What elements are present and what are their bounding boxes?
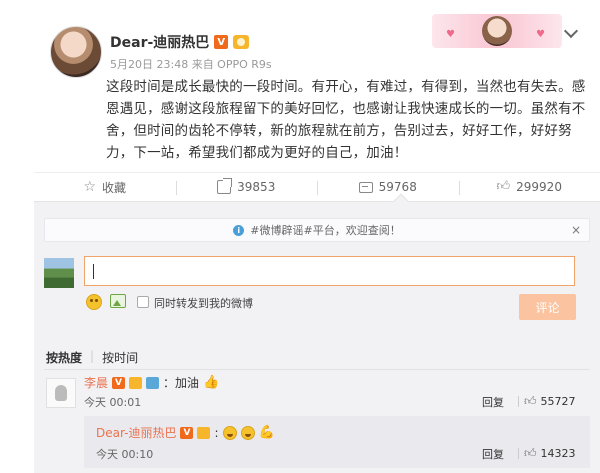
author-name[interactable]: Dear-迪丽热巴 xyxy=(110,32,209,52)
text-cursor xyxy=(93,264,94,279)
sort-by-time-tab[interactable]: 按时间 xyxy=(102,349,138,366)
comment-button[interactable]: 59768 xyxy=(317,173,459,201)
star-icon: ☆ xyxy=(83,179,97,195)
rumor-notice-bar[interactable]: i #微博辟谣#平台，欢迎查阅！ × xyxy=(44,218,590,242)
submit-comment-button[interactable]: 评论 xyxy=(519,294,576,320)
comment-like-button[interactable]: 👍︎ 55727 xyxy=(518,394,576,409)
reply-colon: : xyxy=(214,425,219,440)
commenter-avatar[interactable] xyxy=(46,378,76,408)
fan-badge-icon xyxy=(146,376,160,389)
commenter-name[interactable]: 李晨 xyxy=(84,374,108,391)
reply-like-count: 14323 xyxy=(540,447,576,460)
banner-portrait xyxy=(482,16,512,46)
reply-time: 今天 00:10 xyxy=(96,448,154,461)
reply-like-button[interactable]: 👍︎ 14323 xyxy=(518,446,576,461)
heart-icon: ♥ xyxy=(446,29,455,40)
comment-sort: 按热度 | 按时间 xyxy=(46,349,138,366)
thumbs-up-icon: 👍︎ xyxy=(524,446,537,460)
reply-button[interactable]: 回复 xyxy=(482,394,504,410)
comment-text: ：加油 xyxy=(163,376,200,390)
sort-divider: | xyxy=(90,349,95,363)
author-row: Dear-迪丽热巴 V xyxy=(110,32,250,52)
member-crown-icon xyxy=(233,35,250,49)
verified-badge-icon: V xyxy=(112,376,126,389)
weibo-post: Dear-迪丽热巴 V 5月20日 23:48 来自 OPPO R9s ♥ ♥ … xyxy=(34,0,600,172)
member-crown-icon xyxy=(197,426,211,439)
verified-badge-icon: V xyxy=(214,35,229,49)
sort-by-hot-tab[interactable]: 按热度 xyxy=(46,349,82,366)
chevron-down-icon[interactable] xyxy=(563,23,579,39)
reply-button[interactable]: 回复 xyxy=(482,446,504,462)
like-button[interactable]: 👍︎ 299920 xyxy=(458,173,600,201)
verified-badge-icon: V xyxy=(180,426,194,439)
current-user-avatar xyxy=(44,258,74,288)
nested-reply: Dear-迪丽热巴 V : 💪 今天 00:10 回复 👍︎ 14323 xyxy=(84,416,590,468)
grin-emoji-icon xyxy=(222,425,237,440)
member-crown-icon xyxy=(129,376,143,389)
post-meta: 5月20日 23:48 来自 OPPO R9s xyxy=(110,58,272,71)
emoji-icon[interactable] xyxy=(86,294,102,310)
image-icon[interactable] xyxy=(110,294,126,308)
divider xyxy=(44,369,590,370)
comment-icon xyxy=(358,181,373,193)
like-count: 299920 xyxy=(516,180,562,194)
comment-time: 今天 00:01 xyxy=(84,396,142,409)
fan-card-banner[interactable]: ♥ ♥ xyxy=(432,14,562,48)
comment-like-count: 55727 xyxy=(540,395,576,408)
author-avatar[interactable] xyxy=(50,26,102,78)
flex-arm-emoji-icon: 💪 xyxy=(258,425,275,440)
reply-author-name[interactable]: Dear-迪丽热巴 xyxy=(96,424,176,441)
post-content: 这段时间是成长最快的一段时间。有开心，有难过，有得到，当然也有失去。感恩遇见，感… xyxy=(106,79,586,161)
favorite-label: 收藏 xyxy=(102,180,127,195)
thumbs-up-emoji-icon: 👍 xyxy=(203,375,220,390)
repost-icon xyxy=(217,178,233,194)
repost-count: 39853 xyxy=(237,180,276,194)
thumbs-up-icon: 👍︎ xyxy=(524,394,537,408)
heart-icon: ♥ xyxy=(536,29,545,40)
favorite-button[interactable]: ☆ 收藏 xyxy=(34,173,176,201)
close-icon[interactable]: × xyxy=(571,223,581,237)
repost-checkbox-label[interactable]: 同时转发到我的微博 xyxy=(154,295,253,311)
comment-input[interactable] xyxy=(84,256,575,286)
post-action-bar: ☆ 收藏 39853 59768 👍︎ 299920 xyxy=(34,172,600,211)
comment-line: 李晨 V ：加油 👍 xyxy=(84,374,219,391)
thumbs-up-icon: 👍︎ xyxy=(496,179,511,194)
smile-emoji-icon xyxy=(240,425,255,440)
reply-line: Dear-迪丽热巴 V : 💪 xyxy=(96,424,275,441)
info-icon: i xyxy=(233,224,245,236)
comment-section: i #微博辟谣#平台，欢迎查阅！ × 同时转发到我的微博 评论 按热度 | 按时… xyxy=(34,202,600,473)
repost-checkbox[interactable] xyxy=(137,296,149,308)
notice-text: #微博辟谣#平台，欢迎查阅！ xyxy=(250,224,401,237)
repost-button[interactable]: 39853 xyxy=(175,173,318,201)
comment-count: 59768 xyxy=(378,180,417,194)
